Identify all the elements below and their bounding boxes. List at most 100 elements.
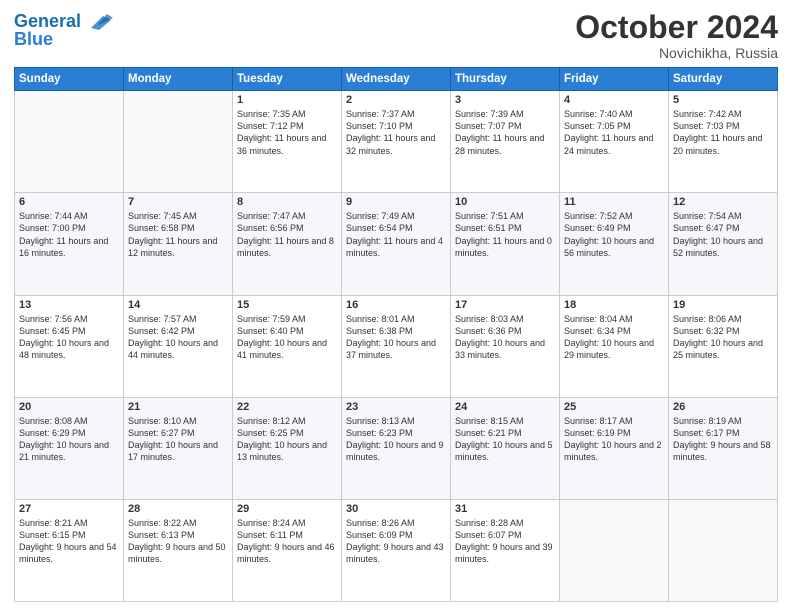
table-row: 27 Sunrise: 8:21 AM Sunset: 6:15 PM Dayli… xyxy=(15,499,124,601)
day-number: 9 xyxy=(346,196,446,208)
day-number: 11 xyxy=(564,196,664,208)
day-content: Sunrise: 7:45 AM Sunset: 6:58 PM Dayligh… xyxy=(128,210,228,259)
day-number: 12 xyxy=(673,196,773,208)
day-content: Sunrise: 7:40 AM Sunset: 7:05 PM Dayligh… xyxy=(564,108,664,157)
table-row: 6 Sunrise: 7:44 AM Sunset: 7:00 PM Daylig… xyxy=(15,193,124,295)
day-number: 16 xyxy=(346,299,446,311)
table-row: 3 Sunrise: 7:39 AM Sunset: 7:07 PM Daylig… xyxy=(451,91,560,193)
day-number: 31 xyxy=(455,503,555,515)
col-saturday: Saturday xyxy=(669,68,778,91)
day-number: 15 xyxy=(237,299,337,311)
day-number: 1 xyxy=(237,94,337,106)
table-row: 10 Sunrise: 7:51 AM Sunset: 6:51 PM Dayli… xyxy=(451,193,560,295)
day-content: Sunrise: 8:17 AM Sunset: 6:19 PM Dayligh… xyxy=(564,415,664,464)
day-number: 23 xyxy=(346,401,446,413)
col-sunday: Sunday xyxy=(15,68,124,91)
day-content: Sunrise: 8:26 AM Sunset: 6:09 PM Dayligh… xyxy=(346,517,446,566)
table-row: 23Sunrise: 8:13 AM Sunset: 6:23 PM Dayli… xyxy=(342,397,451,499)
table-row xyxy=(15,91,124,193)
day-content: Sunrise: 8:03 AM Sunset: 6:36 PM Dayligh… xyxy=(455,313,555,362)
day-number: 27 xyxy=(19,503,119,515)
table-row: 24Sunrise: 8:15 AM Sunset: 6:21 PM Dayli… xyxy=(451,397,560,499)
calendar-table: Sunday Monday Tuesday Wednesday Thursday… xyxy=(14,67,778,602)
table-row xyxy=(669,499,778,601)
day-content: Sunrise: 7:51 AM Sunset: 6:51 PM Dayligh… xyxy=(455,210,555,259)
day-content: Sunrise: 8:06 AM Sunset: 6:32 PM Dayligh… xyxy=(673,313,773,362)
day-content: Sunrise: 7:42 AM Sunset: 7:03 PM Dayligh… xyxy=(673,108,773,157)
day-content: Sunrise: 7:39 AM Sunset: 7:07 PM Dayligh… xyxy=(455,108,555,157)
day-content: Sunrise: 8:04 AM Sunset: 6:34 PM Dayligh… xyxy=(564,313,664,362)
header: General Blue October 2024 Novichikha, Ru… xyxy=(14,10,778,61)
day-content: Sunrise: 8:12 AM Sunset: 6:25 PM Dayligh… xyxy=(237,415,337,464)
table-row: 12 Sunrise: 7:54 AM Sunset: 6:47 PM Dayli… xyxy=(669,193,778,295)
table-row: 18Sunrise: 8:04 AM Sunset: 6:34 PM Dayli… xyxy=(560,295,669,397)
day-content: Sunrise: 8:19 AM Sunset: 6:17 PM Dayligh… xyxy=(673,415,773,464)
col-friday: Friday xyxy=(560,68,669,91)
calendar-week-3: 13 Sunrise: 7:56 AM Sunset: 6:45 PM Dayli… xyxy=(15,295,778,397)
table-row xyxy=(560,499,669,601)
table-row: 9 Sunrise: 7:49 AM Sunset: 6:54 PM Daylig… xyxy=(342,193,451,295)
table-row: 2 Sunrise: 7:37 AM Sunset: 7:10 PM Daylig… xyxy=(342,91,451,193)
day-content: Sunrise: 8:01 AM Sunset: 6:38 PM Dayligh… xyxy=(346,313,446,362)
day-content: Sunrise: 7:44 AM Sunset: 7:00 PM Dayligh… xyxy=(19,210,119,259)
calendar-week-4: 20Sunrise: 8:08 AM Sunset: 6:29 PM Dayli… xyxy=(15,397,778,499)
day-number: 21 xyxy=(128,401,228,413)
table-row: 7 Sunrise: 7:45 AM Sunset: 6:58 PM Daylig… xyxy=(124,193,233,295)
col-wednesday: Wednesday xyxy=(342,68,451,91)
day-content: Sunrise: 8:21 AM Sunset: 6:15 PM Dayligh… xyxy=(19,517,119,566)
page: General Blue October 2024 Novichikha, Ru… xyxy=(0,0,792,612)
table-row xyxy=(124,91,233,193)
table-row: 11 Sunrise: 7:52 AM Sunset: 6:49 PM Dayli… xyxy=(560,193,669,295)
day-number: 3 xyxy=(455,94,555,106)
day-content: Sunrise: 8:08 AM Sunset: 6:29 PM Dayligh… xyxy=(19,415,119,464)
day-content: Sunrise: 7:54 AM Sunset: 6:47 PM Dayligh… xyxy=(673,210,773,259)
table-row: 13 Sunrise: 7:56 AM Sunset: 6:45 PM Dayli… xyxy=(15,295,124,397)
day-number: 6 xyxy=(19,196,119,208)
day-number: 13 xyxy=(19,299,119,311)
col-monday: Monday xyxy=(124,68,233,91)
table-row: 1 Sunrise: 7:35 AM Sunset: 7:12 PM Daylig… xyxy=(233,91,342,193)
day-content: Sunrise: 7:56 AM Sunset: 6:45 PM Dayligh… xyxy=(19,313,119,362)
day-number: 28 xyxy=(128,503,228,515)
calendar-header-row: Sunday Monday Tuesday Wednesday Thursday… xyxy=(15,68,778,91)
day-number: 25 xyxy=(564,401,664,413)
table-row: 26 Sunrise: 8:19 AM Sunset: 6:17 PM Dayli… xyxy=(669,397,778,499)
day-content: Sunrise: 7:57 AM Sunset: 6:42 PM Dayligh… xyxy=(128,313,228,362)
day-content: Sunrise: 7:37 AM Sunset: 7:10 PM Dayligh… xyxy=(346,108,446,157)
calendar-week-1: 1 Sunrise: 7:35 AM Sunset: 7:12 PM Daylig… xyxy=(15,91,778,193)
table-row: 5Sunrise: 7:42 AM Sunset: 7:03 PM Daylig… xyxy=(669,91,778,193)
col-thursday: Thursday xyxy=(451,68,560,91)
table-row: 25 Sunrise: 8:17 AM Sunset: 6:19 PM Dayli… xyxy=(560,397,669,499)
logo: General Blue xyxy=(14,10,113,50)
day-content: Sunrise: 7:35 AM Sunset: 7:12 PM Dayligh… xyxy=(237,108,337,157)
location-subtitle: Novichikha, Russia xyxy=(575,45,778,61)
day-content: Sunrise: 8:22 AM Sunset: 6:13 PM Dayligh… xyxy=(128,517,228,566)
day-number: 22 xyxy=(237,401,337,413)
title-block: October 2024 Novichikha, Russia xyxy=(575,10,778,61)
day-number: 29 xyxy=(237,503,337,515)
day-number: 19 xyxy=(673,299,773,311)
day-number: 17 xyxy=(455,299,555,311)
table-row: 19 Sunrise: 8:06 AM Sunset: 6:32 PM Dayli… xyxy=(669,295,778,397)
table-row: 31Sunrise: 8:28 AM Sunset: 6:07 PM Dayli… xyxy=(451,499,560,601)
table-row: 28 Sunrise: 8:22 AM Sunset: 6:13 PM Dayli… xyxy=(124,499,233,601)
calendar-week-5: 27 Sunrise: 8:21 AM Sunset: 6:15 PM Dayli… xyxy=(15,499,778,601)
day-number: 4 xyxy=(564,94,664,106)
day-number: 7 xyxy=(128,196,228,208)
day-number: 26 xyxy=(673,401,773,413)
day-number: 8 xyxy=(237,196,337,208)
day-content: Sunrise: 7:49 AM Sunset: 6:54 PM Dayligh… xyxy=(346,210,446,259)
table-row: 15 Sunrise: 7:59 AM Sunset: 6:40 PM Dayli… xyxy=(233,295,342,397)
table-row: 29 Sunrise: 8:24 AM Sunset: 6:11 PM Dayli… xyxy=(233,499,342,601)
table-row: 16 Sunrise: 8:01 AM Sunset: 6:38 PM Dayli… xyxy=(342,295,451,397)
month-title: October 2024 xyxy=(575,10,778,45)
logo-bird-icon xyxy=(83,10,113,34)
day-number: 2 xyxy=(346,94,446,106)
table-row: 4 Sunrise: 7:40 AM Sunset: 7:05 PM Daylig… xyxy=(560,91,669,193)
day-content: Sunrise: 7:59 AM Sunset: 6:40 PM Dayligh… xyxy=(237,313,337,362)
day-content: Sunrise: 7:52 AM Sunset: 6:49 PM Dayligh… xyxy=(564,210,664,259)
logo-text2: Blue xyxy=(14,30,53,50)
day-content: Sunrise: 8:24 AM Sunset: 6:11 PM Dayligh… xyxy=(237,517,337,566)
day-number: 10 xyxy=(455,196,555,208)
table-row: 30Sunrise: 8:26 AM Sunset: 6:09 PM Dayli… xyxy=(342,499,451,601)
